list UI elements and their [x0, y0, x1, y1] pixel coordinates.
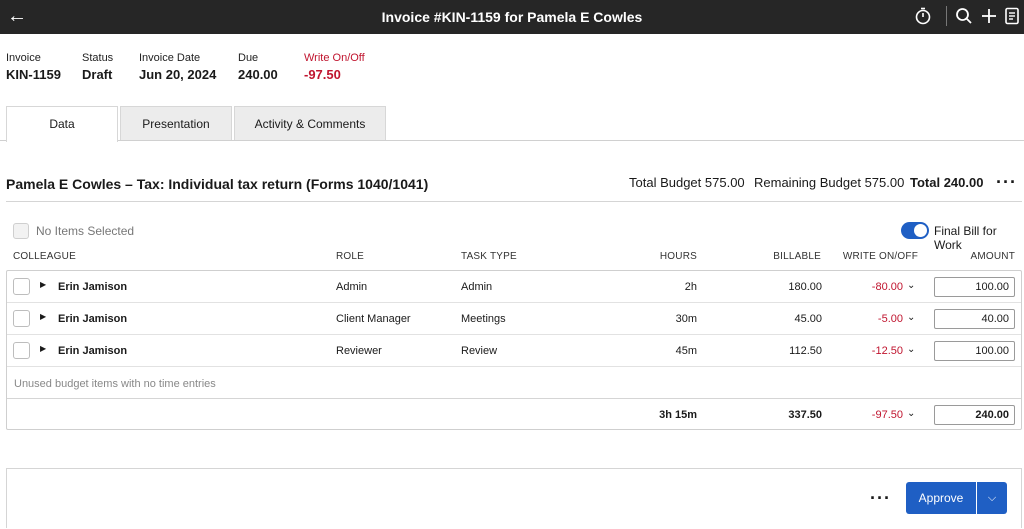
toggle-knob — [914, 224, 927, 237]
approve-dropdown-chevron-icon[interactable]: ⌵ — [977, 482, 1007, 514]
toolbar-divider — [946, 6, 947, 26]
cell-role: Admin — [336, 281, 368, 293]
final-bill-toggle[interactable] — [901, 222, 929, 239]
meta-label: Due — [238, 52, 259, 64]
row-checkbox[interactable] — [13, 310, 30, 327]
final-bill-label: Final Bill for Work — [934, 224, 997, 252]
meta-value: 240.00 — [238, 67, 278, 82]
table-row: ▶ Erin Jamison Admin Admin 2h 180.00 -80… — [7, 271, 1021, 303]
meta-label: Invoice — [6, 52, 41, 64]
notes-icon[interactable] — [1001, 5, 1023, 27]
tab-data[interactable]: Data — [6, 106, 118, 142]
footer-more-options-icon[interactable]: ··· — [870, 488, 891, 509]
total-hours: 3h 15m — [659, 409, 697, 421]
cell-role: Client Manager — [336, 313, 411, 325]
total-amount-input[interactable] — [934, 405, 1015, 425]
meta-value: Draft — [82, 67, 113, 82]
col-role: ROLE — [336, 251, 365, 262]
meta-value: Jun 20, 2024 — [139, 67, 217, 82]
total-budget: Total Budget 575.00 — [629, 175, 745, 190]
expand-caret-icon[interactable]: ▶ — [40, 344, 46, 353]
meta-invoice-date: Invoice Date Jun 20, 2024 — [139, 52, 216, 82]
meta-label: Status — [82, 52, 114, 64]
col-hours: HOURS — [659, 251, 697, 262]
amount-input[interactable] — [934, 277, 1015, 297]
table-row: ▶ Erin Jamison Client Manager Meetings 3… — [7, 303, 1021, 335]
plus-icon[interactable] — [978, 5, 1000, 27]
total-billable: 337.50 — [788, 409, 822, 421]
expand-caret-icon[interactable]: ▶ — [40, 280, 46, 289]
chevron-down-icon[interactable]: ⌄ — [907, 408, 915, 419]
section-total: Total 240.00 — [910, 175, 984, 190]
cell-billable: 180.00 — [788, 281, 822, 293]
col-billable: BILLABLE — [773, 251, 821, 262]
cell-hours: 2h — [684, 281, 697, 293]
meta-due: Due 240.00 — [238, 52, 278, 82]
chevron-down-icon[interactable]: ⌄ — [907, 344, 915, 355]
cell-write-on-off: -80.00 — [871, 281, 903, 293]
cell-write-on-off: -5.00 — [877, 313, 903, 325]
cell-billable: 45.00 — [794, 313, 822, 325]
cell-task: Meetings — [461, 313, 506, 325]
col-colleague: COLLEAGUE — [13, 251, 76, 262]
cell-task: Review — [461, 345, 498, 357]
cell-colleague: Erin Jamison — [58, 345, 128, 357]
cell-billable: 112.50 — [789, 345, 822, 357]
search-icon[interactable] — [953, 5, 975, 27]
tab-presentation[interactable]: Presentation — [120, 106, 232, 140]
cell-hours: 30m — [675, 313, 697, 325]
cell-hours: 45m — [675, 345, 697, 357]
top-bar: ← Invoice #KIN-1159 for Pamela E Cowles — [0, 0, 1024, 34]
timer-icon[interactable] — [912, 5, 934, 27]
cell-colleague: Erin Jamison — [58, 313, 128, 325]
tabs-divider — [0, 140, 1024, 141]
totals-row: 3h 15m 337.50 -97.50 ⌄ — [7, 399, 1021, 431]
tab-activity-comments[interactable]: Activity & Comments — [234, 106, 386, 140]
cell-role: Reviewer — [336, 345, 382, 357]
unused-budget-note: Unused budget items with no time entries — [14, 378, 216, 390]
section-title: Pamela E Cowles – Tax: Individual tax re… — [6, 176, 429, 192]
cell-colleague: Erin Jamison — [58, 281, 128, 293]
amount-input[interactable] — [934, 309, 1015, 329]
more-options-icon[interactable]: ··· — [996, 172, 1017, 193]
page-title: Invoice #KIN-1159 for Pamela E Cowles — [381, 9, 643, 25]
remaining-budget: Remaining Budget 575.00 — [754, 175, 905, 190]
meta-label: Write On/Off — [304, 52, 365, 64]
meta-invoice: Invoice KIN-1159 — [6, 52, 61, 82]
chevron-down-icon[interactable]: ⌄ — [907, 280, 915, 291]
row-checkbox[interactable] — [13, 342, 30, 359]
col-write-on-off: WRITE ON/OFF — [842, 251, 918, 262]
row-checkbox[interactable] — [13, 278, 30, 295]
select-all-checkbox[interactable] — [13, 223, 29, 239]
chevron-down-icon[interactable]: ⌄ — [907, 312, 915, 323]
section-divider — [6, 201, 1022, 202]
table-row: ▶ Erin Jamison Reviewer Review 45m 112.5… — [7, 335, 1021, 367]
time-entries-table: ▶ Erin Jamison Admin Admin 2h 180.00 -80… — [6, 270, 1022, 430]
meta-value: KIN-1159 — [6, 67, 61, 82]
meta-write-on-off: Write On/Off -97.50 — [304, 52, 365, 82]
amount-input[interactable] — [934, 341, 1015, 361]
meta-label: Invoice Date — [139, 52, 201, 64]
total-write-on-off: -97.50 — [871, 409, 903, 421]
col-task-type: TASK TYPE — [461, 251, 517, 262]
cell-write-on-off: -12.50 — [871, 345, 903, 357]
approve-button[interactable]: Approve — [906, 482, 976, 514]
selection-status: No Items Selected — [36, 224, 135, 238]
cell-task: Admin — [461, 281, 493, 293]
col-amount: AMOUNT — [970, 251, 1015, 262]
meta-value: -97.50 — [304, 67, 341, 82]
expand-caret-icon[interactable]: ▶ — [40, 312, 46, 321]
meta-status: Status Draft — [82, 52, 113, 82]
